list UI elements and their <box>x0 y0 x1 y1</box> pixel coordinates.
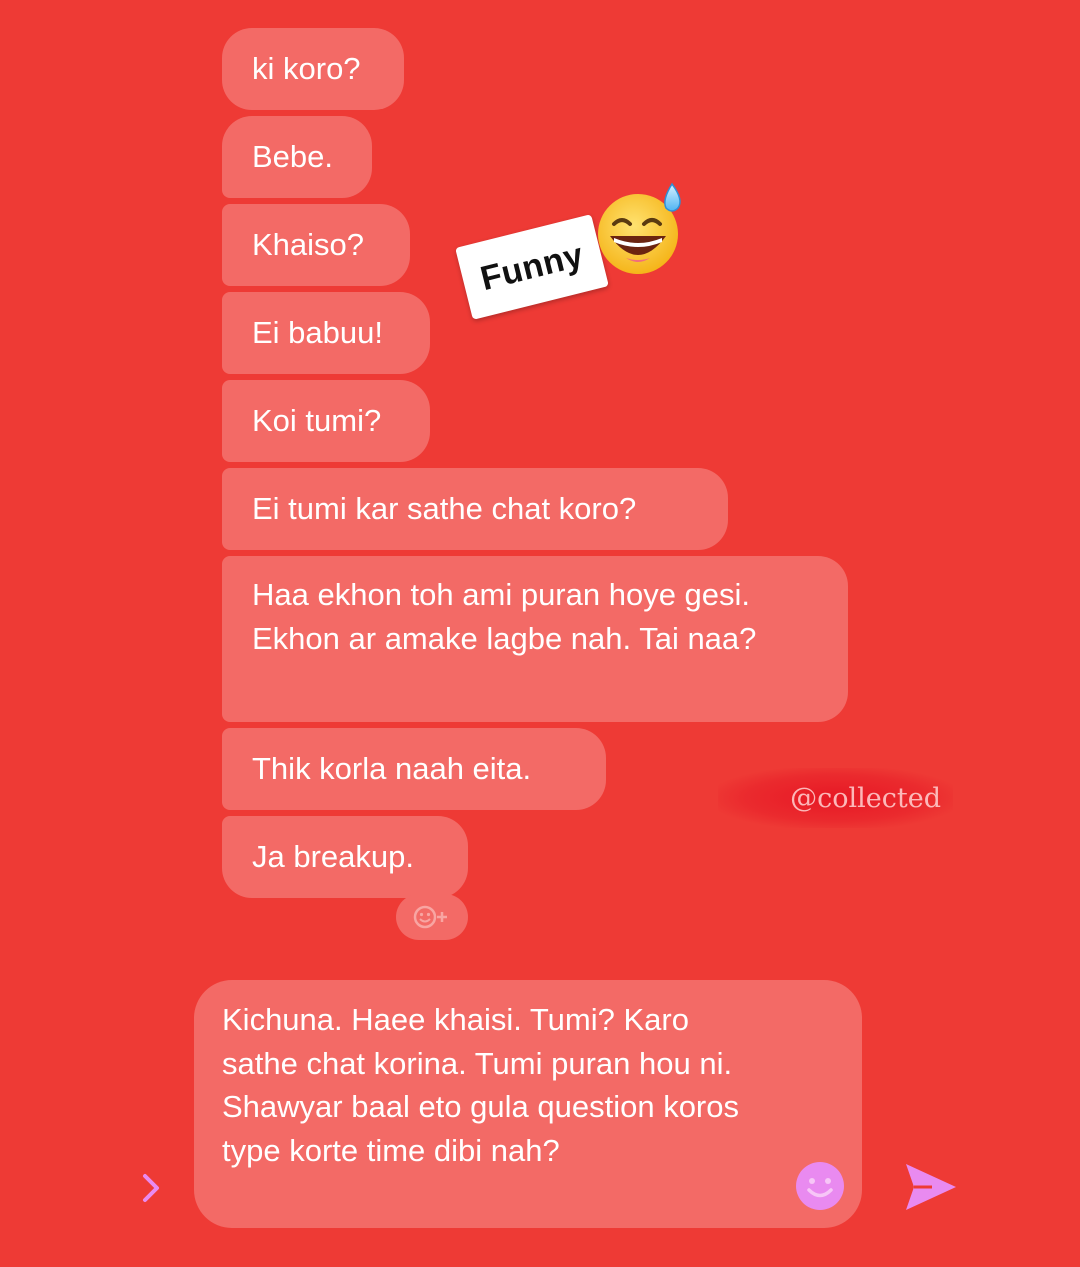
message-bubble[interactable]: Koi tumi? <box>222 380 430 462</box>
add-reaction-icon <box>413 905 447 929</box>
grinning-sweat-emoji-icon <box>598 182 681 274</box>
watermark: @collected <box>718 768 953 828</box>
chat-screen: { "messages": [ {"text": "ki koro?"}, {"… <box>0 0 1080 1267</box>
message-text: Haa ekhon toh ami puran hoye gesi. Ekhon… <box>252 577 757 656</box>
message-input-text[interactable]: Kichuna. Haee khaisi. Tumi? Karo sathe c… <box>222 998 762 1172</box>
funny-sticker: Funny <box>455 214 609 320</box>
smiley-icon[interactable] <box>794 1160 846 1212</box>
sticker-label: Funny <box>455 214 609 320</box>
send-icon[interactable] <box>902 1160 958 1214</box>
message-bubble[interactable]: Haa ekhon toh ami puran hoye gesi. Ekhon… <box>222 556 848 722</box>
message-bubble[interactable]: Ja breakup. <box>222 816 468 898</box>
message-text: ki koro? <box>252 51 361 86</box>
message-bubble[interactable]: Ei babuu! <box>222 292 430 374</box>
watermark-text: @collected <box>790 782 941 814</box>
message-text: Ei tumi kar sathe chat koro? <box>252 491 637 526</box>
message-bubble[interactable]: Bebe. <box>222 116 372 198</box>
message-input[interactable]: Kichuna. Haee khaisi. Tumi? Karo sathe c… <box>194 980 862 1228</box>
message-bubble[interactable]: Ei tumi kar sathe chat koro? <box>222 468 728 550</box>
message-text: Koi tumi? <box>252 403 382 438</box>
message-text: Khaiso? <box>252 227 365 262</box>
add-reaction-button[interactable] <box>396 894 468 940</box>
message-text: Thik korla naah eita. <box>252 751 532 786</box>
message-text: Bebe. <box>252 139 334 174</box>
message-bubble[interactable]: Khaiso? <box>222 204 410 286</box>
chevron-right-icon[interactable] <box>136 1168 166 1208</box>
message-bubble[interactable]: ki koro? <box>222 28 404 110</box>
message-bubble[interactable]: Thik korla naah eita. <box>222 728 606 810</box>
message-text: Ja breakup. <box>252 839 414 874</box>
message-text: Ei babuu! <box>252 315 383 350</box>
